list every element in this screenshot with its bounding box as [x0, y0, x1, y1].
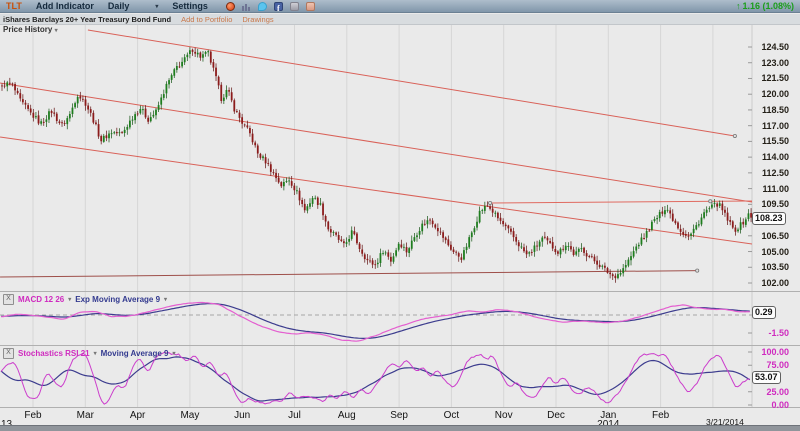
toolbar: TLT Add Indicator Daily ▾ Settings ↑ 1.1… — [0, 0, 800, 13]
price-change-badge: ↑ 1.16 (1.08%) — [736, 1, 794, 11]
trendline-anchor-dot[interactable] — [733, 134, 736, 137]
current-price-box: 108.23 — [752, 212, 786, 225]
record-icon[interactable] — [226, 2, 235, 11]
macd-signal-dropdown[interactable]: Exp Moving Average 9 — [75, 295, 160, 304]
settings-button[interactable]: Settings — [172, 1, 208, 11]
period-value: Daily — [108, 1, 130, 11]
up-arrow-icon: ↑ — [736, 1, 741, 11]
symbol-subbar: iShares Barclays 20+ Year Treasury Bond … — [0, 14, 800, 25]
charting-app-window: TLT Add Indicator Daily ▾ Settings ↑ 1.1… — [0, 0, 800, 431]
window-bottom-edge — [0, 425, 800, 431]
macd-value-box: 0.29 — [752, 306, 776, 319]
upper-channel-line[interactable] — [88, 30, 735, 136]
trendline-anchor-dot[interactable] — [489, 201, 492, 204]
macd-panel-header: X MACD 12 26 ▾ Exp Moving Average 9 ▾ — [3, 294, 167, 305]
price-chart-canvas[interactable] — [0, 0, 800, 431]
lower-channel-line[interactable] — [0, 137, 752, 244]
chevron-down-icon: ▾ — [164, 296, 167, 303]
stoch-title-dropdown[interactable]: Stochastics RSI 21 — [18, 349, 90, 358]
chevron-down-icon: ▾ — [55, 28, 58, 34]
add-to-portfolio-link[interactable]: Add to Portfolio — [181, 15, 232, 24]
facebook-icon[interactable] — [274, 2, 283, 11]
mid-channel-line[interactable] — [0, 83, 752, 202]
stoch-k-line — [1, 352, 750, 404]
stoch-value-box: 53.07 — [752, 371, 781, 384]
stoch-ma-dropdown[interactable]: Moving Average 9 — [101, 349, 169, 358]
fund-name: iShares Barclays 20+ Year Treasury Bond … — [3, 15, 171, 24]
trendline-anchor-dot[interactable] — [709, 200, 712, 203]
price-history-label: Price History — [3, 25, 52, 34]
candlestick-series-down — [1, 50, 752, 278]
price-history-dropdown[interactable]: Price History ▾ — [3, 25, 58, 34]
close-icon[interactable]: X — [3, 348, 14, 359]
bar-chart-icon[interactable] — [242, 2, 251, 11]
add-indicator-button[interactable]: Add Indicator — [36, 1, 94, 11]
camera-icon[interactable] — [290, 2, 299, 11]
macd-title-dropdown[interactable]: MACD 12 26 — [18, 295, 64, 304]
macd-line — [1, 303, 750, 342]
twitter-icon[interactable] — [258, 2, 267, 11]
chevron-down-icon: ▾ — [155, 3, 158, 10]
toolbar-icons — [226, 2, 315, 11]
price-change-text: 1.16 (1.08%) — [742, 1, 794, 11]
period-dropdown[interactable]: Daily ▾ — [108, 1, 159, 11]
macd-signal-line — [1, 304, 750, 339]
chevron-down-icon: ▾ — [172, 350, 175, 357]
symbol-label[interactable]: TLT — [6, 1, 22, 11]
candle-wicks-up — [7, 47, 748, 279]
chevron-down-icon: ▾ — [94, 350, 97, 357]
chevron-down-icon: ▾ — [68, 296, 71, 303]
notes-icon[interactable] — [306, 2, 315, 11]
drawings-link[interactable]: Drawings — [242, 15, 273, 24]
support-line[interactable] — [0, 271, 697, 277]
stoch-panel-header: X Stochastics RSI 21 ▾ Moving Average 9 … — [3, 348, 176, 359]
stoch-ma-line — [1, 357, 750, 401]
candlestick-series-up — [6, 50, 749, 278]
trendline-anchor-dot[interactable] — [696, 269, 699, 272]
close-icon[interactable]: X — [3, 294, 14, 305]
